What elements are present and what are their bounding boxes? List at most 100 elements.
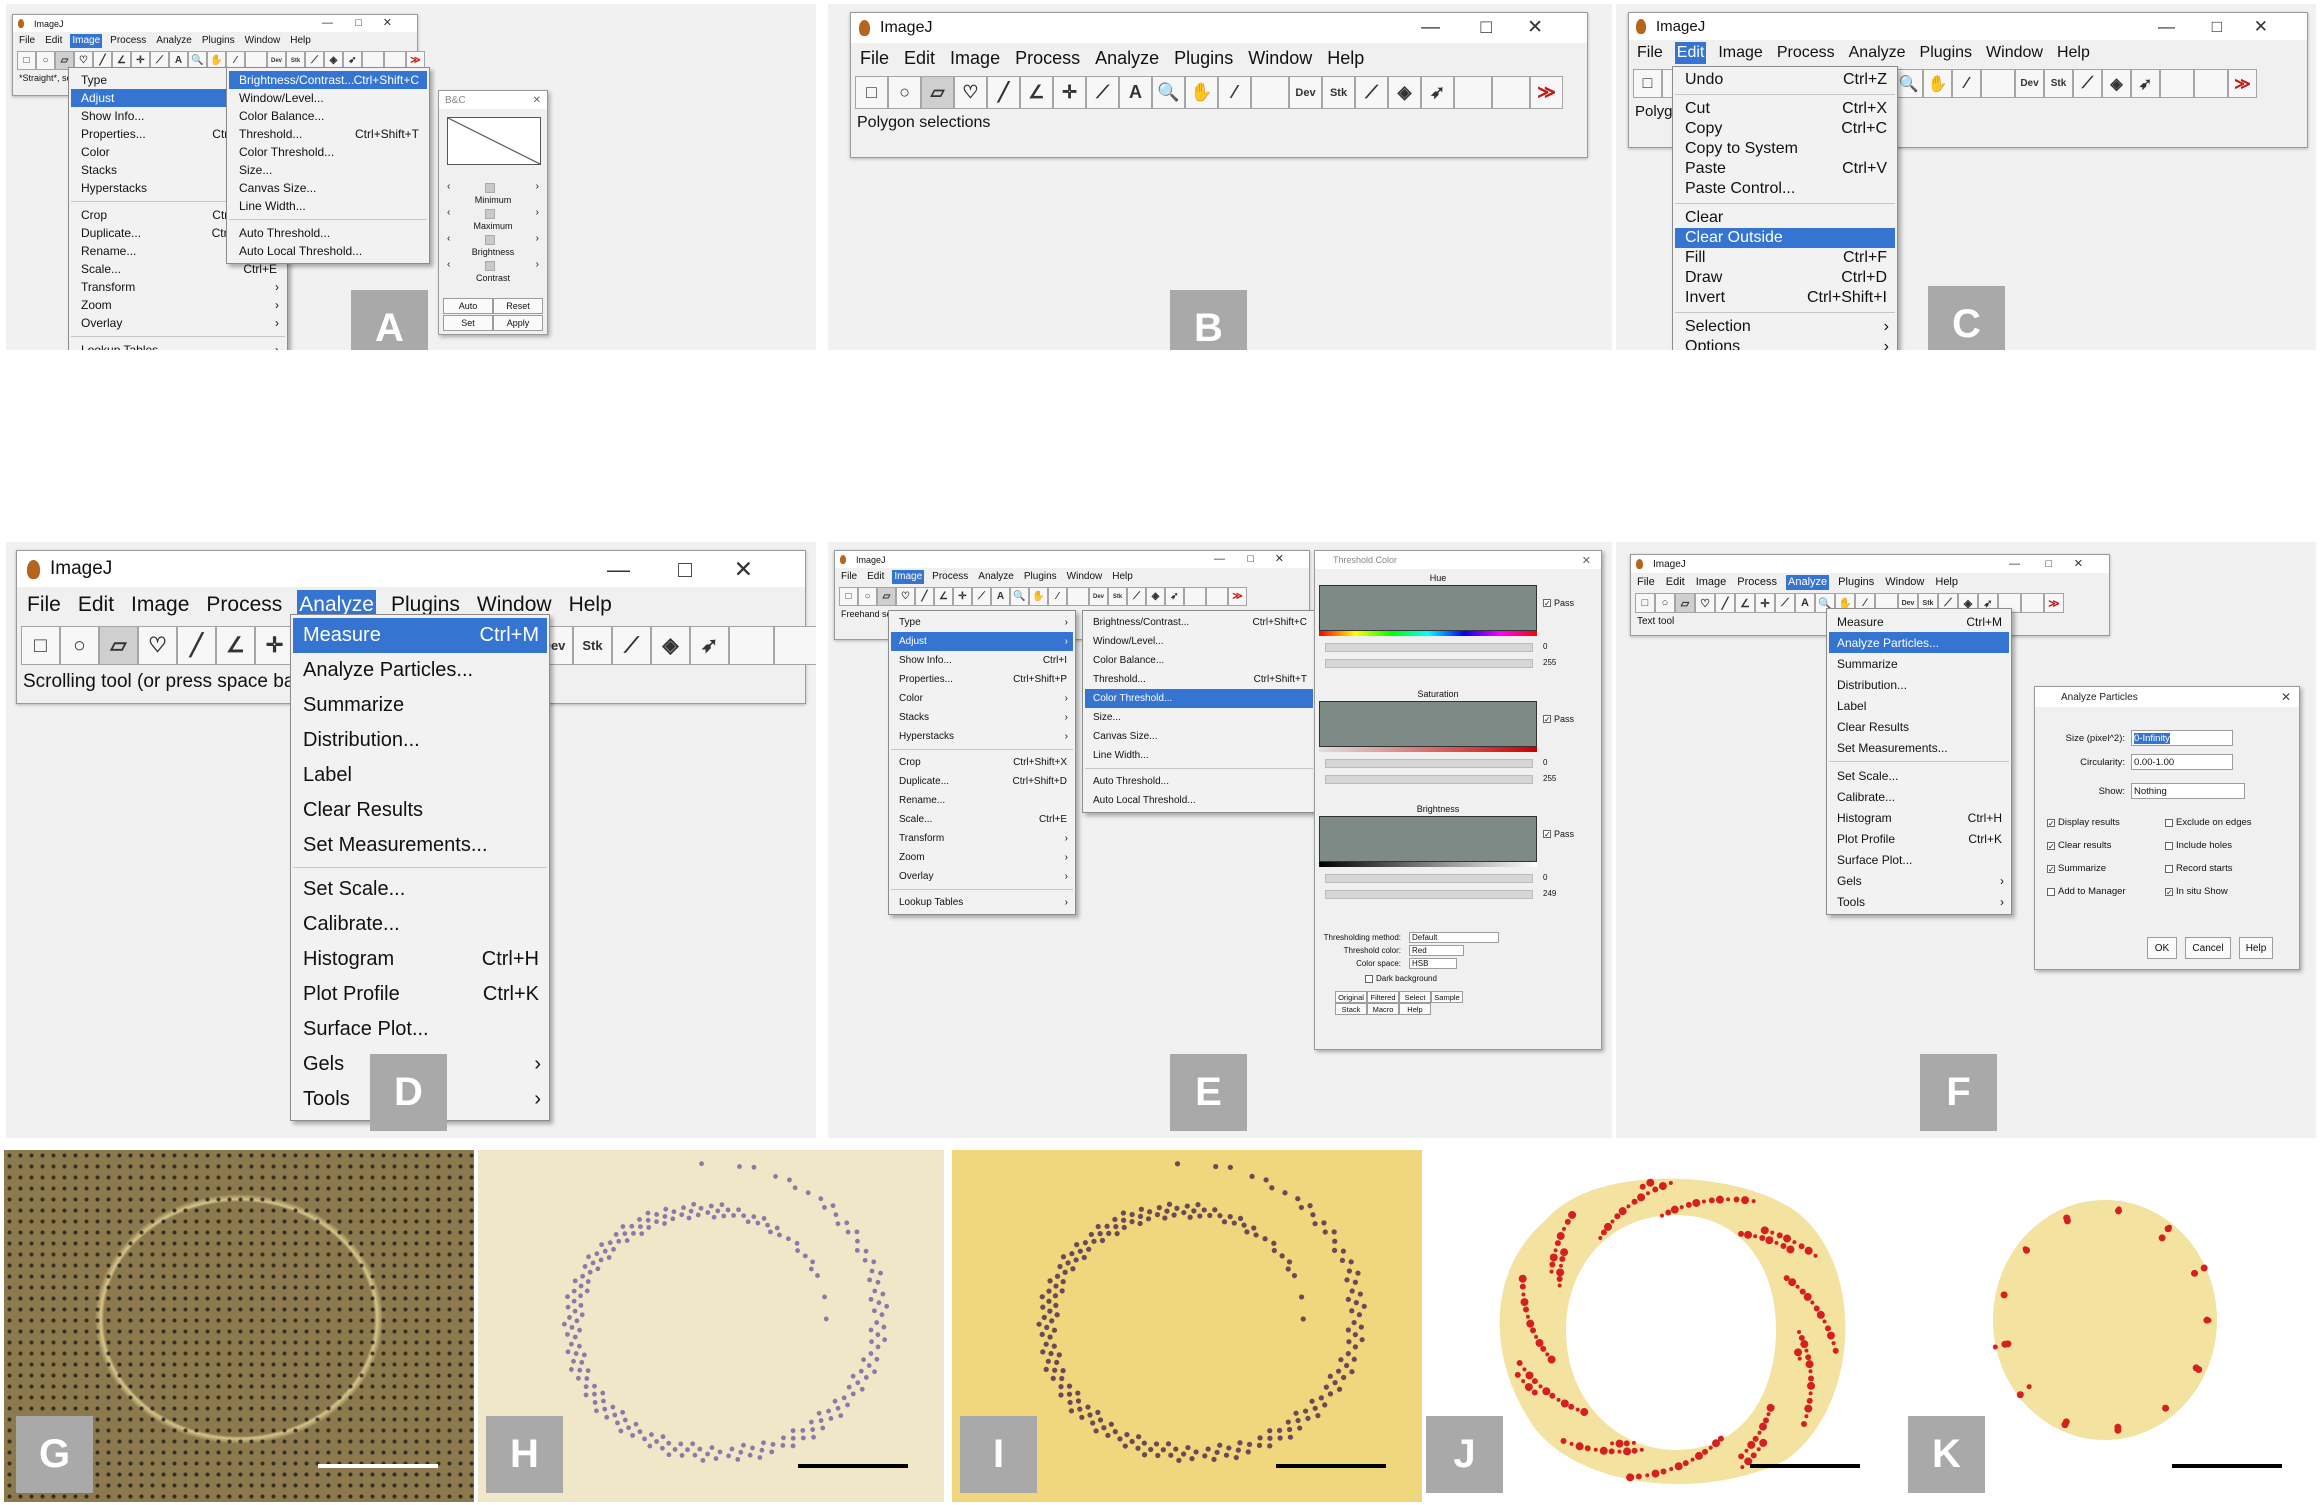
dark-background-checkbox[interactable]: Dark background bbox=[1365, 974, 1437, 983]
point-tool-icon[interactable]: ✛ bbox=[255, 626, 294, 665]
menu-item[interactable]: Surface Plot... bbox=[293, 1012, 547, 1047]
menu-item[interactable]: Duplicate... Ctrl+Shift+D bbox=[891, 772, 1073, 791]
point-tool-icon[interactable]: ✛ bbox=[1053, 76, 1086, 109]
pass-checkbox[interactable]: ✓ Pass bbox=[1543, 829, 1574, 839]
menu-analyze[interactable]: Analyze bbox=[1847, 42, 1908, 64]
wand-tool-icon[interactable]: ⟋ bbox=[972, 587, 991, 606]
wand-tool-icon[interactable]: ⟋ bbox=[1775, 593, 1795, 613]
menu-item[interactable]: Label bbox=[1829, 695, 2009, 716]
point-tool-icon[interactable]: ✛ bbox=[1755, 593, 1775, 613]
set-button[interactable]: Set bbox=[443, 315, 493, 331]
menu-item[interactable]: Crop Ctrl+Shift+X bbox=[891, 753, 1073, 772]
hand-tool-icon[interactable]: ✋ bbox=[1185, 76, 1218, 109]
menu-window[interactable]: Window bbox=[1883, 575, 1926, 590]
flood-tool-icon[interactable]: ◈ bbox=[651, 626, 690, 665]
menu-item[interactable]: Line Width... bbox=[1085, 746, 1313, 765]
menu-edit[interactable]: Edit bbox=[76, 590, 116, 619]
menu-item[interactable]: Threshold... Ctrl+Shift+T bbox=[1085, 670, 1313, 689]
menu-plugins[interactable]: Plugins bbox=[1022, 570, 1059, 584]
oval-tool-icon[interactable]: ○ bbox=[1655, 593, 1675, 613]
menu-edit[interactable]: Edit bbox=[1674, 42, 1707, 64]
menu-help[interactable]: Help bbox=[1325, 46, 1366, 70]
menu-item[interactable]: Transform › bbox=[71, 278, 285, 296]
method-select[interactable]: Default bbox=[1409, 932, 1499, 943]
close-button[interactable]: ✕ bbox=[2074, 555, 2083, 573]
scroll-right-button[interactable]: › bbox=[536, 259, 539, 270]
empty-tool-slot[interactable] bbox=[1981, 69, 2015, 98]
menu-file[interactable]: File bbox=[1635, 575, 1657, 590]
exclude-checkbox[interactable]: Exclude on edges bbox=[2165, 817, 2252, 828]
space-select[interactable]: HSB bbox=[1409, 958, 1457, 969]
max-slider[interactable] bbox=[1325, 775, 1533, 784]
menu-item[interactable]: Canvas Size... bbox=[229, 179, 427, 197]
more-tool-icon[interactable]: ≫ bbox=[2228, 69, 2257, 98]
flood-tool-icon[interactable]: ◈ bbox=[1146, 587, 1165, 606]
freehand-tool-icon[interactable]: ♡ bbox=[1695, 593, 1715, 613]
menu-item[interactable]: Set Scale... bbox=[293, 872, 547, 907]
flood-tool-icon[interactable]: ◈ bbox=[2102, 69, 2131, 98]
menu-plugins[interactable]: Plugins bbox=[1172, 46, 1235, 70]
menu-edit[interactable]: Edit bbox=[902, 46, 937, 70]
menu-item[interactable]: Plot Profile Ctrl+K bbox=[293, 977, 547, 1012]
angle-tool-icon[interactable]: ∠ bbox=[1020, 76, 1053, 109]
menu-item[interactable]: Color › bbox=[891, 689, 1073, 708]
menu-item[interactable]: Cut Ctrl+X bbox=[1675, 99, 1895, 119]
menu-item[interactable]: Line Width... bbox=[229, 197, 427, 215]
menu-item[interactable]: Distribution... bbox=[293, 723, 547, 758]
select-button[interactable]: Select bbox=[1399, 991, 1431, 1003]
menu-file[interactable]: File bbox=[1635, 42, 1665, 64]
menu-item[interactable]: Show Info... Ctrl+I bbox=[891, 651, 1073, 670]
menu-edit[interactable]: Edit bbox=[1664, 575, 1687, 590]
dev-tool-icon[interactable]: Dev bbox=[1089, 587, 1108, 606]
menu-plugins[interactable]: Plugins bbox=[1836, 575, 1876, 590]
dev-tool-icon[interactable]: Dev bbox=[1289, 76, 1322, 109]
show-select[interactable]: Nothing bbox=[2131, 783, 2245, 799]
menu-item[interactable]: Hyperstacks › bbox=[891, 727, 1073, 746]
menu-help[interactable]: Help bbox=[1110, 570, 1135, 584]
menu-file[interactable]: File bbox=[25, 590, 63, 619]
empty-tool-slot[interactable] bbox=[1206, 587, 1228, 606]
summarize-checkbox[interactable]: ✓ Summarize bbox=[2047, 863, 2106, 874]
cancel-button[interactable]: Cancel bbox=[2185, 937, 2231, 959]
insitu-checkbox[interactable]: ✓ In situ Show bbox=[2165, 886, 2228, 897]
rect-tool-icon[interactable]: □ bbox=[1633, 69, 1662, 98]
menu-item[interactable]: Copy to System bbox=[1675, 139, 1895, 159]
close-icon[interactable]: ✕ bbox=[1582, 554, 1591, 567]
dropper-tool-icon[interactable]: ⁄ bbox=[1218, 76, 1251, 109]
menu-item[interactable]: Scale... Ctrl+E bbox=[891, 810, 1073, 829]
menu-item[interactable]: Paste Control... bbox=[1675, 179, 1895, 199]
circ-input[interactable]: 0.00-1.00 bbox=[2131, 754, 2233, 770]
point-tool-icon[interactable]: ✛ bbox=[953, 587, 972, 606]
menu-item[interactable]: Window/Level... bbox=[229, 89, 427, 107]
menu-image[interactable]: Image bbox=[1716, 42, 1764, 64]
stk-tool-icon[interactable]: Stk bbox=[1108, 587, 1127, 606]
brush-tool-icon[interactable]: ⟋ bbox=[2073, 69, 2102, 98]
empty-tool-slot[interactable] bbox=[1454, 76, 1492, 109]
brush-tool-icon[interactable]: ⟋ bbox=[1127, 587, 1146, 606]
freehand-tool-icon[interactable]: ♡ bbox=[954, 76, 987, 109]
menu-item[interactable]: Auto Threshold... bbox=[1085, 772, 1313, 791]
slider-thumb[interactable] bbox=[485, 209, 495, 219]
min-slider[interactable] bbox=[1325, 759, 1533, 768]
menu-item[interactable]: Calibrate... bbox=[1829, 786, 2009, 807]
menu-window[interactable]: Window bbox=[1246, 46, 1314, 70]
maximize-button[interactable]: □ bbox=[355, 15, 362, 32]
menu-item[interactable]: Auto Local Threshold... bbox=[229, 242, 427, 260]
menu-item[interactable]: Clear Results bbox=[293, 793, 547, 828]
empty-tool-slot[interactable] bbox=[2160, 69, 2194, 98]
menu-item[interactable]: Invert Ctrl+Shift+I bbox=[1675, 288, 1895, 308]
menu-item[interactable]: Clear Results bbox=[1829, 716, 2009, 737]
close-button[interactable]: ✕ bbox=[1275, 551, 1284, 568]
scroll-left-button[interactable]: ‹ bbox=[447, 181, 450, 192]
dropper-tool-icon[interactable]: ⁄ bbox=[1048, 587, 1067, 606]
scroll-right-button[interactable]: › bbox=[536, 181, 539, 192]
reset-button[interactable]: Reset bbox=[493, 298, 543, 314]
menu-item[interactable]: Paste Ctrl+V bbox=[1675, 159, 1895, 179]
color-select[interactable]: Red bbox=[1409, 945, 1464, 956]
menu-item[interactable]: Zoom › bbox=[891, 848, 1073, 867]
menu-plugins[interactable]: Plugins bbox=[1918, 42, 1974, 64]
minimize-button[interactable]: — bbox=[1421, 13, 1440, 43]
menu-item[interactable]: Label bbox=[293, 758, 547, 793]
maximize-button[interactable]: □ bbox=[2045, 555, 2052, 573]
menu-item[interactable]: Histogram Ctrl+H bbox=[293, 942, 547, 977]
